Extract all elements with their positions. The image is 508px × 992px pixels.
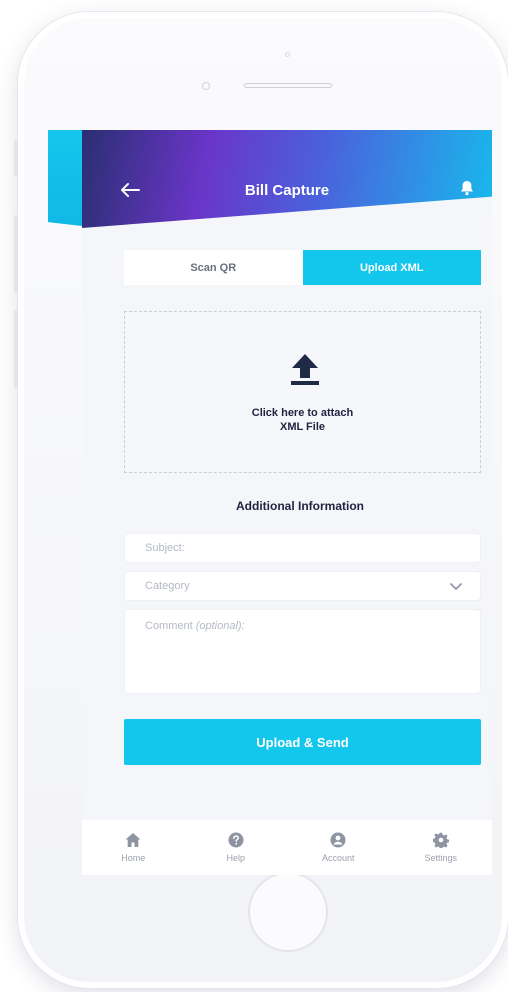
side-switch: [14, 140, 18, 176]
sensor-dot: [285, 52, 290, 57]
nav-item-account[interactable]: Account: [287, 820, 390, 875]
comment-placeholder: Comment: [145, 620, 193, 632]
dropzone-line-1: Click here to attach: [251, 407, 354, 419]
app-screen: Bill Capture Scan QR Upload XML Click he…: [82, 130, 492, 875]
account-icon: [330, 832, 346, 848]
section-title-additional-info: Additional Information: [236, 499, 364, 513]
xml-file-dropzone[interactable]: Click here to attach XML File: [124, 311, 481, 473]
bell-icon[interactable]: [460, 180, 474, 196]
comment-optional-hint: (optional):: [195, 620, 245, 632]
help-icon: [228, 832, 244, 848]
nav-item-settings[interactable]: Settings: [390, 820, 493, 875]
app-header: [82, 130, 492, 228]
subject-placeholder: Subject:: [145, 542, 185, 554]
earpiece-speaker: [244, 83, 332, 88]
volume-up-button: [14, 215, 18, 293]
nav-item-help[interactable]: Help: [185, 820, 288, 875]
category-placeholder: Category: [145, 580, 190, 592]
dropzone-label: Click here to attach XML File: [125, 406, 480, 434]
comment-textarea[interactable]: Comment (optional):: [124, 609, 481, 694]
subject-field[interactable]: Subject:: [124, 533, 481, 563]
upload-send-button[interactable]: Upload & Send: [124, 719, 481, 765]
category-select[interactable]: Category: [124, 571, 481, 601]
tab-upload-xml[interactable]: Upload XML: [302, 250, 481, 285]
nav-item-home[interactable]: Home: [82, 820, 185, 875]
capture-mode-tabs: Scan QR Upload XML: [124, 250, 481, 285]
settings-icon: [432, 832, 449, 848]
tab-scan-qr[interactable]: Scan QR: [124, 250, 303, 285]
volume-down-button: [14, 310, 18, 388]
nav-label-account: Account: [321, 853, 355, 863]
chevron-down-icon: [450, 583, 462, 591]
dropzone-line-2: XML File: [279, 421, 326, 433]
page-title: Bill Capture: [244, 182, 330, 199]
front-camera: [202, 82, 210, 90]
nav-label-home: Home: [121, 853, 146, 863]
nav-label-settings: Settings: [424, 853, 458, 863]
bottom-navigation: Home Help Account Settings: [82, 820, 492, 875]
header-accent-strip: [48, 130, 82, 226]
nav-label-help: Help: [226, 853, 245, 863]
upload-icon: [291, 354, 319, 385]
home-icon: [125, 833, 141, 847]
home-hardware-button[interactable]: [248, 872, 328, 952]
